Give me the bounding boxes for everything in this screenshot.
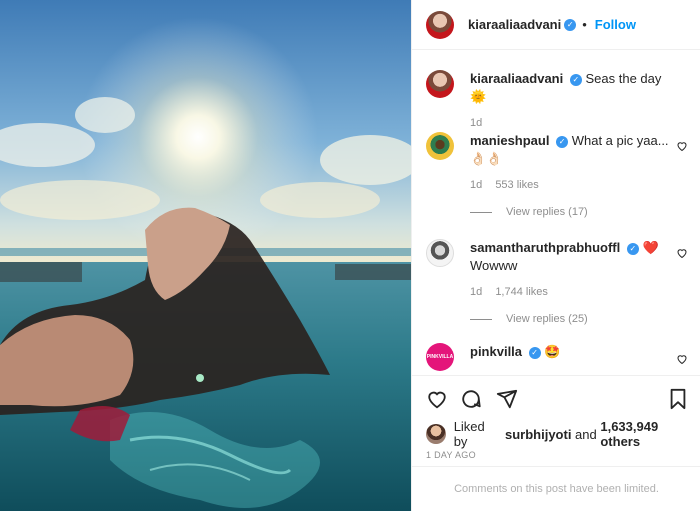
view-replies-label[interactable]: View replies (25) [506, 313, 588, 325]
verified-badge-icon: ✓ [564, 18, 577, 31]
likes-count[interactable]: 1,633,949 others [600, 419, 700, 449]
liker-avatar[interactable] [426, 424, 446, 444]
commenter-avatar[interactable] [426, 239, 454, 267]
comments-list[interactable]: kiaraaliaadvani ✓ Seas the day 🌞 1d mani… [412, 51, 700, 374]
action-bar [412, 375, 700, 420]
like-comment-heart-icon[interactable] [676, 140, 688, 152]
follow-button[interactable]: Follow [595, 17, 636, 32]
verified-badge-icon: ✓ [528, 347, 541, 359]
comment-text: Wowww [470, 258, 518, 273]
liker-username[interactable]: surbhijyoti [505, 427, 571, 442]
comments-limited-notice: Comments on this post have been limited. [412, 466, 700, 511]
post-photo[interactable] [0, 0, 411, 511]
share-icon[interactable] [496, 388, 518, 410]
replies-divider [470, 211, 492, 213]
comment-item: samantharuthprabhuoffl ✓ ❤️ Wowww 1d 1,7… [426, 239, 688, 299]
comment-item: manieshpaul ✓ What a pic yaa...👌🏻👌🏻 1d 5… [426, 132, 688, 192]
caption-age: 1d [470, 117, 483, 129]
view-replies-button[interactable]: View replies (25) [470, 313, 588, 325]
likes-prefix: Liked by [453, 419, 485, 449]
like-comment-heart-icon[interactable] [676, 353, 688, 365]
author-username[interactable]: kiaraaliaadvani [468, 17, 561, 32]
red-heart-emoji: ❤️ [642, 240, 659, 255]
comment-age: 1d [470, 179, 483, 191]
verified-badge-icon: ✓ [556, 136, 569, 148]
comment-username[interactable]: samantharuthprabhuoffl [470, 240, 620, 255]
pinkvilla-logo-text: PINKVILLA [426, 354, 454, 360]
comment-age: 1d [470, 286, 483, 298]
replies-divider [470, 318, 492, 320]
post-details-panel: kiaraaliaadvani ✓ • Follow kiaraaliaadva… [411, 0, 700, 511]
author-avatar[interactable] [426, 10, 454, 39]
comment-item: PINKVILLA pinkvilla ✓ 🤩 [426, 343, 688, 374]
view-replies-button[interactable]: View replies (17) [470, 206, 588, 218]
star-struck-emoji: 🤩 [544, 344, 561, 359]
pool-scene-illustration [0, 0, 411, 511]
caption-username[interactable]: kiaraaliaadvani [470, 71, 563, 86]
likes-middle: and [571, 426, 601, 442]
commenter-avatar[interactable] [426, 132, 454, 160]
caption-text: Seas the day [585, 71, 662, 86]
comment-icon[interactable] [460, 388, 482, 410]
caption-author-avatar[interactable] [426, 70, 454, 98]
post-timestamp[interactable]: 1 DAY AGO [426, 450, 476, 460]
comment-likes[interactable]: 1,744 likes [495, 286, 548, 298]
caption: kiaraaliaadvani ✓ Seas the day 🌞 1d [426, 70, 688, 129]
sun-emoji: 🌞 [470, 89, 487, 104]
commenter-avatar[interactable]: PINKVILLA [426, 343, 454, 371]
save-bookmark-icon[interactable] [668, 388, 688, 410]
like-heart-icon[interactable] [426, 388, 448, 410]
post-header: kiaraaliaadvani ✓ • Follow [412, 0, 700, 50]
likes-summary: Liked by surbhijyoti and 1,633,949 other… [426, 419, 700, 449]
comment-username[interactable]: manieshpaul [470, 133, 549, 148]
comment-likes[interactable]: 553 likes [495, 179, 538, 191]
comment-username[interactable]: pinkvilla [470, 344, 522, 359]
verified-badge-icon: ✓ [626, 243, 639, 255]
verified-badge-icon: ✓ [569, 74, 582, 86]
like-comment-heart-icon[interactable] [676, 247, 688, 259]
view-replies-label[interactable]: View replies (17) [506, 206, 588, 218]
separator-dot: • [582, 17, 587, 32]
